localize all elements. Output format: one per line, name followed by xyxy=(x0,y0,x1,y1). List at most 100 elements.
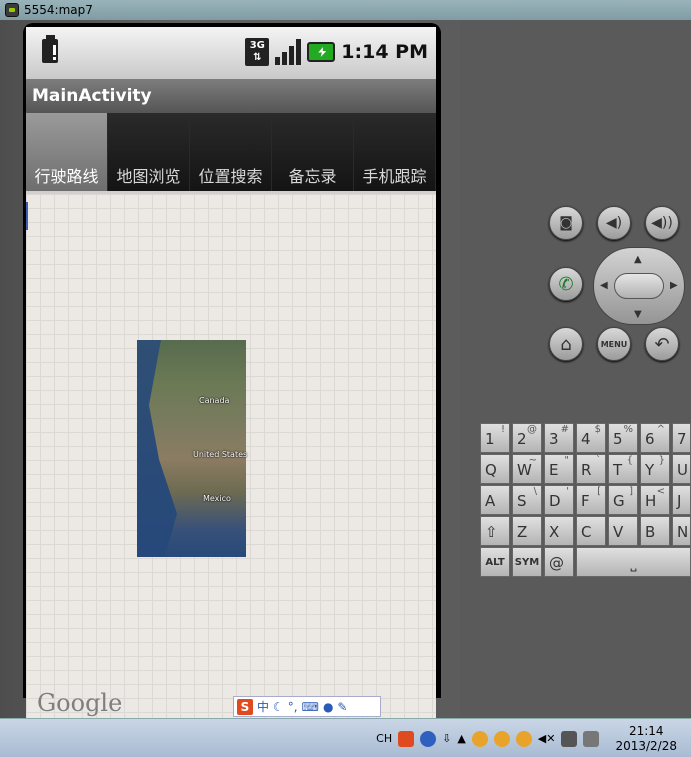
window-title-bar[interactable]: 5554:map7 xyxy=(0,0,691,20)
back-button[interactable]: ↶ xyxy=(645,327,679,361)
key-4[interactable]: 4 $ xyxy=(576,423,606,453)
dpad-down-icon[interactable]: ▼ xyxy=(634,309,642,320)
dpad[interactable]: ▲ ▼ ◀ ▶ xyxy=(593,247,685,325)
tab-label: 行驶路线 xyxy=(34,167,99,186)
user-icon[interactable]: ● xyxy=(323,700,333,714)
volume-muted-icon[interactable]: ◀✕ xyxy=(538,732,556,745)
android-status-bar: 3G ⇅ 1:14 PM xyxy=(26,27,436,79)
key-shift[interactable]: ⇧ xyxy=(480,516,510,546)
key-b[interactable]: B xyxy=(640,516,670,546)
qq-icon-3[interactable] xyxy=(515,730,532,747)
volume-up-icon: ◀)) xyxy=(651,215,673,231)
key-7[interactable]: 7 xyxy=(672,423,691,453)
map-edge-marker xyxy=(26,202,28,230)
app-title-bar: MainActivity xyxy=(26,79,436,113)
key-u[interactable]: U xyxy=(672,454,691,484)
moon-icon[interactable]: ☾ xyxy=(273,700,284,714)
key-1[interactable]: 1! xyxy=(480,423,510,453)
punctuation-icon[interactable]: °, xyxy=(288,700,298,714)
camera-icon: ◙ xyxy=(559,215,573,231)
tab-label: 备忘录 xyxy=(288,167,337,186)
tab-location-search[interactable]: 位置搜索 xyxy=(190,113,272,191)
key-e[interactable]: E " xyxy=(544,454,574,484)
sogou-logo-icon[interactable]: S xyxy=(237,698,253,715)
signal-strength-icon xyxy=(275,39,302,65)
tab-map-browse[interactable]: 地图浏览 xyxy=(108,113,190,191)
map-label-united-states: United States xyxy=(193,450,248,459)
key-5[interactable]: 5% xyxy=(608,423,638,453)
volume-up-button[interactable]: ◀)) xyxy=(645,206,679,240)
wrench-icon[interactable]: ✎ xyxy=(337,700,347,714)
dpad-up-icon[interactable]: ▲ xyxy=(634,254,642,265)
key-j[interactable]: J xyxy=(672,485,691,515)
key-s[interactable]: S \ xyxy=(512,485,542,515)
tab-memo[interactable]: 备忘录 xyxy=(272,113,354,191)
camera-button[interactable]: ◙ xyxy=(549,206,583,240)
key-y[interactable]: Y} xyxy=(640,454,670,484)
tab-phone-tracking[interactable]: 手机跟踪 xyxy=(354,113,436,191)
status-time: 1:14 PM xyxy=(341,41,428,63)
network-icon[interactable] xyxy=(561,730,578,747)
dpad-center-button[interactable] xyxy=(614,273,664,299)
key-x[interactable]: X xyxy=(544,516,574,546)
call-button[interactable]: ✆ xyxy=(549,267,583,301)
satellite-tile: Canada United States Mexico xyxy=(137,340,248,557)
key-6[interactable]: 6 ^ xyxy=(640,423,670,453)
key-alt[interactable]: ALT xyxy=(480,547,510,577)
volume-down-button[interactable]: ◀) xyxy=(597,206,631,240)
battery-charging-icon xyxy=(307,42,336,62)
clock-date: 2013/2/28 xyxy=(615,738,677,753)
volume-down-icon: ◀) xyxy=(605,215,623,231)
clock-time: 21:14 xyxy=(628,723,664,738)
tray-expand-icon[interactable]: ▲ xyxy=(457,732,465,745)
key-a[interactable]: A xyxy=(480,485,510,515)
help-icon[interactable] xyxy=(420,730,437,747)
dpad-left-icon[interactable]: ◀ xyxy=(600,280,608,291)
key-v[interactable]: V xyxy=(608,516,638,546)
key-n[interactable]: N xyxy=(672,516,691,546)
tab-label: 位置搜索 xyxy=(198,167,263,186)
taskbar-clock[interactable]: 21:14 2013/2/28 xyxy=(615,724,677,754)
qq-icon[interactable] xyxy=(471,730,488,747)
map-label-canada: Canada xyxy=(199,396,230,405)
home-icon: ⌂ xyxy=(560,333,572,355)
home-button[interactable]: ⌂ xyxy=(549,327,583,361)
key-c[interactable]: C xyxy=(576,516,606,546)
key-at[interactable]: @ xyxy=(544,547,574,577)
device-icon[interactable] xyxy=(583,730,600,747)
ocean-area xyxy=(137,340,177,557)
key-r[interactable]: R ` xyxy=(576,454,606,484)
app-title: MainActivity xyxy=(32,86,152,106)
language-indicator[interactable]: CH xyxy=(376,732,392,745)
key-d[interactable]: D ' xyxy=(544,485,574,515)
network-3g-icon: 3G ⇅ xyxy=(245,38,270,66)
qq-icon-2[interactable] xyxy=(493,730,510,747)
google-logo: Google xyxy=(37,689,123,717)
key-q[interactable]: Q xyxy=(480,454,510,484)
dpad-right-icon[interactable]: ▶ xyxy=(670,280,678,291)
map-view[interactable]: Canada United States Mexico Google xyxy=(26,194,436,718)
key-2[interactable]: 2 @ xyxy=(512,423,542,453)
options-icon[interactable]: ⇩ xyxy=(442,732,451,745)
menu-label: MENU xyxy=(600,339,628,349)
map-label-mexico: Mexico xyxy=(203,494,231,503)
emulator-keyboard: 1! 2 @ 3 # 4 $ 5% 6 ^ 7 Q W ~ E " R ` T{ Y} U A… xyxy=(480,423,691,577)
key-w[interactable]: W ~ xyxy=(512,454,542,484)
key-z[interactable]: Z xyxy=(512,516,542,546)
menu-button[interactable]: MENU xyxy=(597,327,631,361)
key-h[interactable]: H < xyxy=(640,485,670,515)
key-t[interactable]: T{ xyxy=(608,454,638,484)
android-app-icon xyxy=(5,3,19,17)
shift-icon: ⇧ xyxy=(485,523,498,541)
key-g[interactable]: G] xyxy=(608,485,638,515)
key-sym[interactable]: SYM xyxy=(512,547,542,577)
sogou-tray-icon[interactable] xyxy=(398,730,415,747)
key-3[interactable]: 3 # xyxy=(544,423,574,453)
ime-mode-toggle[interactable]: 中 xyxy=(257,698,269,715)
tab-driving-route[interactable]: 行驶路线 xyxy=(26,113,108,191)
key-space[interactable]: ⎵ xyxy=(576,547,691,577)
key-f[interactable]: F[ xyxy=(576,485,606,515)
ime-toolbar[interactable]: S 中 ☾ °, ⌨ ● ✎ xyxy=(233,696,381,717)
keyboard-icon[interactable]: ⌨ xyxy=(302,700,319,714)
tab-label: 手机跟踪 xyxy=(362,167,427,186)
